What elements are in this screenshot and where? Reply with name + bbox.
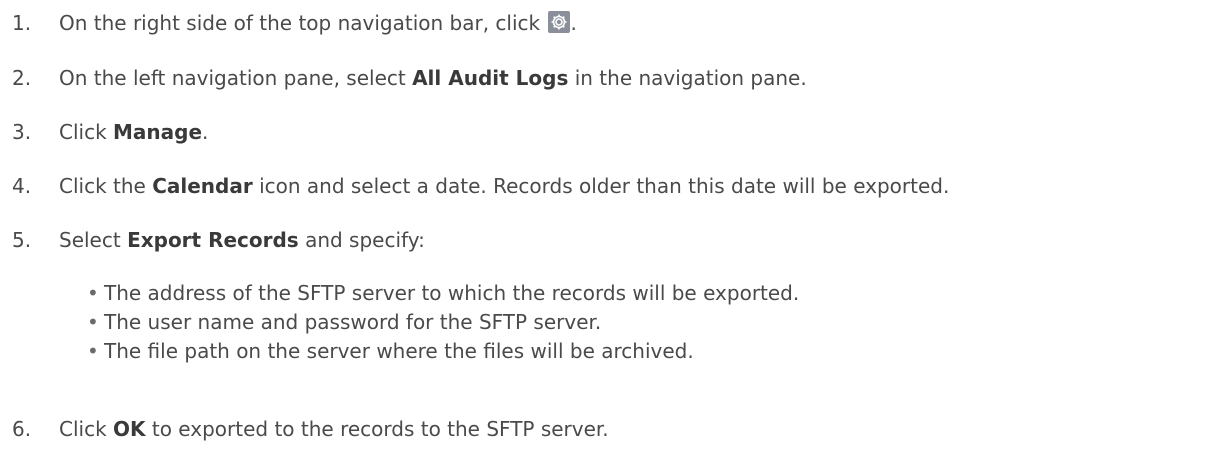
step-number: 2.	[12, 66, 32, 90]
bullet: •	[87, 310, 99, 334]
step-number: 5.	[12, 228, 32, 252]
gear-icon	[548, 11, 571, 33]
step-number: 3.	[12, 120, 32, 144]
step-text: On the left navigation pane, select All …	[59, 64, 807, 92]
sub-list-text: The file path on the server where the fi…	[104, 339, 694, 363]
sub-list-text: The user name and password for the SFTP …	[104, 310, 602, 334]
step-text: Click the Calendar icon and select a dat…	[59, 172, 949, 200]
step-text: Select Export Records and specify:	[59, 226, 425, 254]
step-text-bold: Calendar	[152, 174, 253, 198]
instructions-document: 1. On the right side of the top navigati…	[0, 0, 1205, 466]
step-text-bold: OK	[113, 417, 146, 441]
step-text: Click OK to exported to the records to t…	[59, 415, 609, 443]
step-number: 6.	[12, 417, 32, 441]
step-text-before: On the right side of the top navigation …	[59, 11, 547, 35]
step-text-bold: All Audit Logs	[412, 66, 569, 90]
gear-icon-glyph	[551, 14, 567, 30]
bullet: •	[87, 339, 99, 363]
step-text-bold: Manage	[113, 120, 203, 144]
sub-list-text: The address of the SFTP server to which …	[104, 281, 800, 305]
step-number: 1.	[12, 11, 32, 35]
step-text-before: Select	[59, 228, 128, 252]
step-number: 4.	[12, 174, 32, 198]
step-text: Click Manage.	[59, 118, 208, 146]
step-text-after: .	[202, 120, 209, 144]
step-text-after: icon and select a date. Records older th…	[252, 174, 950, 198]
step-text-after: and specify:	[298, 228, 425, 252]
step-text-after: to exported to the records to the SFTP s…	[145, 417, 609, 441]
step-text-before: Click the	[59, 174, 153, 198]
step-text-after: in the navigation pane.	[568, 66, 807, 90]
step-text-after: .	[570, 11, 577, 35]
step-text: On the right side of the top navigation …	[59, 9, 577, 37]
step-text-before: Click	[59, 120, 114, 144]
bullet: •	[87, 281, 99, 305]
step-text-before: On the left navigation pane, select	[59, 66, 413, 90]
step-text-bold: Export Records	[127, 228, 299, 252]
step-text-before: Click	[59, 417, 114, 441]
